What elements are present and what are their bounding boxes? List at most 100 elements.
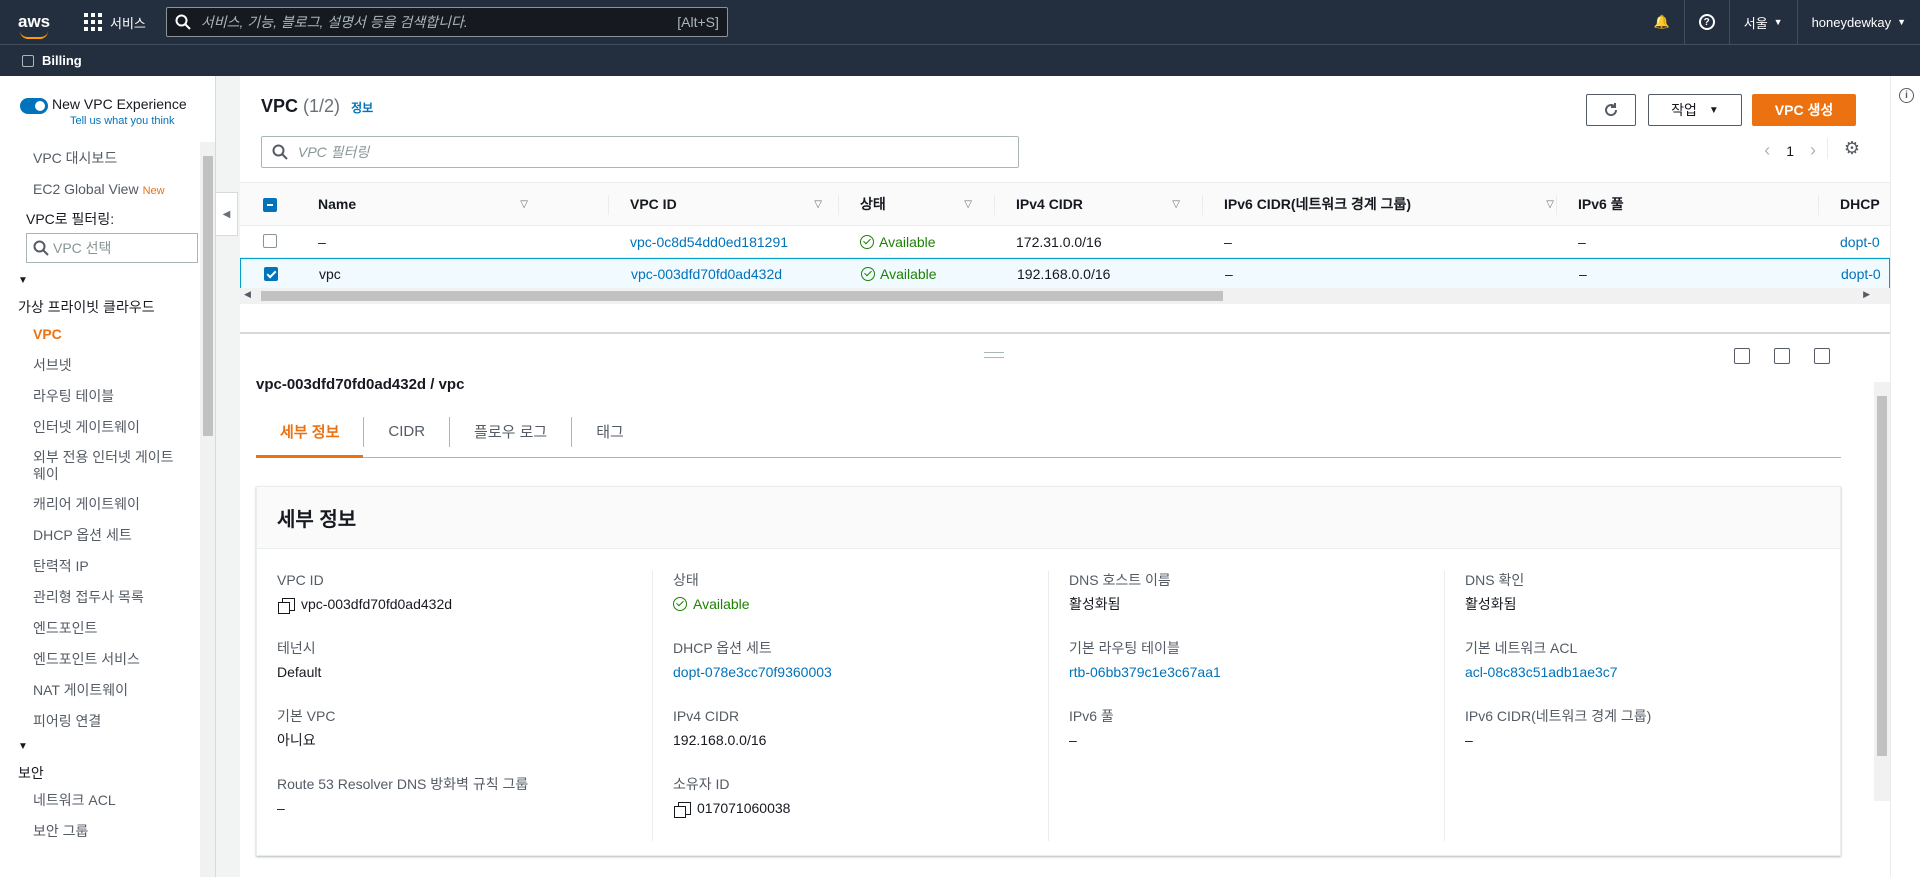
global-search-input[interactable]: 서비스, 기능, 블로그, 설명서 등을 검색합니다. [Alt+S]	[165, 7, 728, 37]
create-vpc-button[interactable]: VPC 생성	[1752, 94, 1856, 126]
vpc-filter-select[interactable]: VPC 선택	[26, 233, 198, 263]
vpc-filter-label: VPC로 필터링:	[26, 211, 115, 227]
field-value: acl-08c83c51adb1ae3c7	[1465, 663, 1841, 681]
info-icon[interactable]: i	[1899, 88, 1914, 103]
info-link[interactable]: 정보	[351, 101, 373, 115]
sidebar-item-ec2-global-view[interactable]: EC2 Global View New	[0, 174, 215, 207]
sidebar-item[interactable]: 엔드포인트 서비스	[0, 644, 215, 675]
panel-bottom-icon[interactable]	[1734, 348, 1750, 364]
tab-cidr[interactable]: CIDR	[364, 416, 451, 447]
refresh-button[interactable]	[1586, 94, 1636, 126]
col-header-status[interactable]: 상태 ▽	[860, 183, 972, 225]
sidebar-item[interactable]: 보안 그룹	[0, 816, 215, 847]
sidebar-item[interactable]: DHCP 옵션 세트	[0, 520, 215, 551]
cell-vpc-id-link-text[interactable]: vpc-003dfd70fd0ad432d	[631, 266, 782, 282]
row-checkbox[interactable]	[263, 234, 277, 248]
sidebar-item[interactable]: 피어링 연결	[0, 706, 215, 737]
aws-logo[interactable]: aws	[18, 13, 74, 39]
vpc-filter-input[interactable]: VPC 필터링	[261, 136, 1019, 168]
billing-shortcut[interactable]: Billing	[42, 53, 82, 68]
col-header-vpc-id[interactable]: VPC ID ▽	[630, 183, 822, 225]
detail-field: Route 53 Resolver DNS 방화벽 규칙 그룹 –	[277, 775, 652, 843]
sidebar-item[interactable]: 서브넷	[0, 350, 215, 381]
region-selector[interactable]: 서울 ▼	[1728, 0, 1797, 44]
search-icon	[272, 144, 288, 160]
scrollbar-thumb[interactable]	[261, 291, 1223, 301]
details-column-2: 상태 Available DHCP 옵션 세트 dopt-078e3cc70f9360…	[653, 571, 1049, 841]
sidebar-item[interactable]: 인터넷 게이트웨이	[0, 412, 215, 443]
field-value-link[interactable]: dopt-078e3cc70f9360003	[673, 663, 832, 681]
copy-icon[interactable]	[674, 801, 691, 818]
field-label: 기본 네트워크 ACL	[1465, 640, 1578, 656]
scrollbar-thumb[interactable]	[203, 156, 213, 436]
sidebar-item[interactable]: VPC	[0, 319, 215, 350]
field-label: IPv6 풀	[1069, 708, 1114, 724]
sidebar-item[interactable]: 네트워크 ACL	[0, 785, 215, 816]
current-page[interactable]: 1	[1786, 143, 1794, 159]
next-page-icon[interactable]: ›	[1810, 140, 1816, 161]
cell-dhcp-link[interactable]: dopt-0	[1840, 226, 1880, 257]
select-all-checkbox[interactable]	[263, 198, 277, 212]
sidebar-item[interactable]: 엔드포인트	[0, 613, 215, 644]
cell-vpc-id-link[interactable]: vpc-003dfd70fd0ad432d	[631, 259, 782, 289]
side-navigation: New VPC Experience Tell us what you thin…	[0, 76, 216, 877]
field-value-link[interactable]: rtb-06bb379c1e3c67aa1	[1069, 663, 1221, 681]
cell-vpc-id-link[interactable]: vpc-0c8d54dd0ed181291	[630, 226, 788, 257]
col-header-ipv6-pool[interactable]: IPv6 풀	[1578, 183, 1798, 225]
scroll-right-icon[interactable]: ▶	[1863, 289, 1870, 300]
table-row[interactable]: – vpc-0c8d54dd0ed181291 Available 172.31.0.…	[240, 226, 1890, 258]
sidebar-scrollbar[interactable]	[200, 142, 215, 877]
col-header-ipv6-cidr[interactable]: IPv6 CIDR(네트워크 경계 그룹) ▽	[1224, 183, 1554, 225]
collapse-caret-icon[interactable]: ▼	[0, 275, 215, 289]
section-virtual-private-cloud[interactable]: 가상 프라이빗 클라우드	[0, 295, 215, 319]
cell-dhcp-link-text[interactable]: dopt-0	[1840, 234, 1880, 250]
feedback-link[interactable]: Tell us what you think	[70, 115, 187, 127]
sidebar-item[interactable]: 관리형 접두사 목록	[0, 582, 215, 613]
detail-field: DHCP 옵션 세트 dopt-078e3cc70f9360003	[673, 639, 1048, 707]
cell-ipv4-cidr: 172.31.0.0/16	[1016, 226, 1102, 257]
detail-vertical-scrollbar[interactable]	[1874, 382, 1890, 801]
sidebar-item[interactable]: NAT 게이트웨이	[0, 675, 215, 706]
field-label: DNS 호스트 이름	[1069, 572, 1171, 588]
tab-tags[interactable]: 태그	[572, 417, 648, 447]
sidebar-item[interactable]: 캐리어 게이트웨이	[0, 489, 215, 520]
actions-dropdown[interactable]: 작업 ▼	[1648, 94, 1742, 126]
services-menu-button[interactable]: 서비스	[84, 13, 146, 32]
table-horizontal-scrollbar[interactable]: ◀ ▶	[240, 288, 1890, 304]
col-header-dhcp[interactable]: DHCP	[1840, 183, 1890, 225]
cell-dhcp-link-text[interactable]: dopt-0	[1841, 266, 1881, 282]
cell-dhcp-link[interactable]: dopt-0	[1841, 259, 1881, 289]
copy-icon[interactable]	[278, 597, 295, 614]
notifications-button[interactable]: 🔔	[1640, 0, 1684, 44]
field-label: DHCP 옵션 세트	[673, 640, 772, 656]
section-security[interactable]: 보안	[0, 761, 215, 785]
tab-flow-logs[interactable]: 플로우 로그	[450, 416, 573, 447]
detail-field: 기본 네트워크 ACL acl-08c83c51adb1ae3c7	[1465, 639, 1841, 707]
resize-handle[interactable]	[984, 352, 1004, 358]
row-checkbox[interactable]	[264, 267, 278, 281]
table-settings-button[interactable]: ⚙	[1826, 138, 1860, 159]
panel-side-icon[interactable]	[1774, 348, 1790, 364]
scroll-left-icon[interactable]: ◀	[244, 289, 251, 300]
sidebar-item-vpc-dashboard[interactable]: VPC 대시보드	[0, 143, 215, 174]
field-value-link[interactable]: acl-08c83c51adb1ae3c7	[1465, 663, 1618, 681]
col-header-ipv4-cidr[interactable]: IPv4 CIDR ▽	[1016, 183, 1180, 225]
account-menu[interactable]: honeydewkay ▼	[1796, 0, 1920, 44]
tab-details[interactable]: 세부 정보	[256, 416, 365, 458]
scrollbar-thumb[interactable]	[1877, 396, 1887, 756]
help-button[interactable]: ?	[1683, 0, 1729, 44]
collapse-caret-icon[interactable]: ▼	[0, 741, 215, 755]
sidebar-item[interactable]: 외부 전용 인터넷 게이트웨이	[0, 443, 215, 489]
prev-page-icon[interactable]: ‹	[1764, 140, 1770, 161]
new-vpc-experience-toggle[interactable]	[20, 98, 48, 114]
field-value: 192.168.0.0/16	[673, 731, 1048, 749]
col-header-name[interactable]: Name ▽	[318, 183, 528, 225]
sidebar-item[interactable]: 라우팅 테이블	[0, 381, 215, 412]
sidebar-item[interactable]: 탄력적 IP	[0, 551, 215, 582]
table-row[interactable]: vpc vpc-003dfd70fd0ad432d Available 192.168…	[240, 258, 1890, 290]
cell-vpc-id-link-text[interactable]: vpc-0c8d54dd0ed181291	[630, 234, 788, 250]
detail-field: 테넌시 Default	[277, 639, 652, 707]
panel-maximize-icon[interactable]	[1814, 348, 1830, 364]
selection-count: (1/2)	[303, 96, 341, 116]
collapse-sidebar-button[interactable]: ◀	[216, 192, 238, 236]
